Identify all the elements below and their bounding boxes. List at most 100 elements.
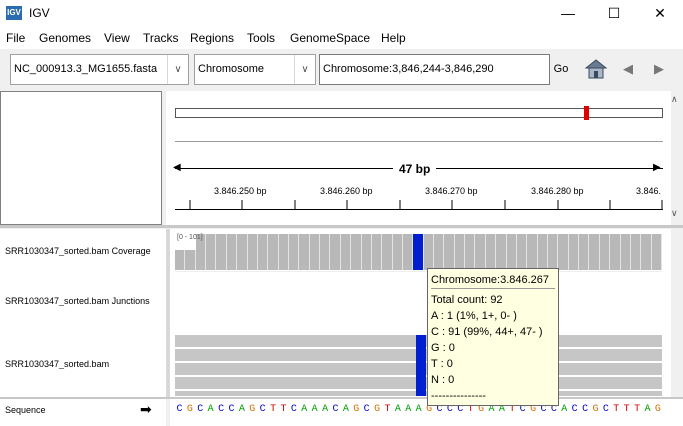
maximize-button[interactable]: ☐ — [591, 0, 637, 27]
sequence-base: A — [561, 404, 568, 415]
coverage-bar — [247, 234, 258, 270]
ruler-separator — [175, 141, 663, 142]
coverage-range-label: [0 - 101] — [177, 234, 203, 241]
coverage-bar — [351, 234, 362, 270]
coverage-bar — [485, 234, 497, 270]
sequence-base: A — [238, 404, 245, 415]
menu-help[interactable]: Help — [381, 31, 406, 45]
title-bar: IGV IGV — ☐ ✕ — [0, 0, 683, 27]
chromosome-dropdown[interactable]: Chromosome ∨ — [194, 54, 316, 85]
coverage-bar — [330, 234, 341, 270]
tooltip-c: C : 91 (99%, 44+, 47- ) — [431, 326, 543, 338]
sequence-base: G — [374, 404, 381, 415]
sequence-base: C — [176, 404, 183, 415]
coverage-bar — [475, 234, 486, 270]
sequence-base: A — [644, 404, 651, 415]
coverage-bar — [278, 234, 289, 270]
current-region-marker — [584, 106, 589, 120]
coverage-bar — [299, 234, 310, 270]
chromosome-value: Chromosome — [198, 63, 265, 75]
coverage-bar — [206, 234, 217, 270]
junction-track-divider — [175, 271, 662, 272]
coverage-bar — [392, 234, 403, 270]
sequence-base: T — [270, 404, 277, 415]
sequence-base: G — [249, 404, 256, 415]
coverage-bar — [568, 234, 580, 270]
coverage-bar — [309, 234, 321, 270]
genome-dropdown[interactable]: NC_000913.3_MG1655.fasta ∨ — [10, 54, 189, 85]
sequence-base: T — [613, 404, 620, 415]
sequence-base: A — [207, 404, 214, 415]
arrow-left-icon: ◀ — [173, 162, 181, 173]
scroll-up-icon[interactable]: ∧ — [671, 94, 678, 105]
forward-arrow-icon[interactable]: ▶ — [654, 61, 664, 77]
tooltip-a: A : 1 (1%, 1+, 0- ) — [431, 310, 517, 322]
coverage-tooltip: Chromosome:3.846.267 Total count: 92 A :… — [427, 268, 559, 406]
sequence-base: C — [218, 404, 225, 415]
coverage-track-label[interactable]: SRR1030347_sorted.bam Coverage — [5, 246, 162, 256]
go-button[interactable]: Go — [550, 54, 572, 85]
tick-label: 3.846.280 bp — [531, 186, 584, 196]
scroll-down-icon[interactable]: ∨ — [671, 208, 678, 219]
coverage-bar — [423, 234, 435, 270]
coverage-bar — [257, 234, 269, 270]
junction-track-label[interactable]: SRR1030347_sorted.bam Junctions — [5, 296, 162, 306]
home-icon[interactable] — [585, 58, 607, 80]
chromosome-ideogram[interactable] — [175, 108, 663, 118]
menu-tracks[interactable]: Tracks — [143, 31, 179, 45]
sequence-base: T — [623, 404, 630, 415]
back-arrow-icon[interactable]: ◀ — [623, 61, 633, 77]
divider — [0, 225, 683, 228]
coverage-bar — [537, 234, 549, 270]
close-button[interactable]: ✕ — [637, 0, 683, 27]
sequence-base: T — [634, 404, 641, 415]
coverage-bar — [226, 234, 238, 270]
sequence-base: G — [186, 404, 193, 415]
sequence-base: T — [384, 404, 391, 415]
sequence-label[interactable]: Sequence — [5, 405, 46, 415]
sequence-base: G — [353, 404, 360, 415]
window-title: IGV — [29, 6, 50, 20]
menu-genomes[interactable]: Genomes — [39, 31, 91, 45]
sequence-base: A — [415, 404, 422, 415]
coverage-bar — [620, 234, 631, 270]
coverage-bar — [506, 234, 517, 270]
menu-tools[interactable]: Tools — [247, 31, 275, 45]
mismatch-column — [416, 335, 426, 396]
toolbar: NC_000913.3_MG1655.fasta ∨ Chromosome ∨ … — [0, 49, 683, 91]
sequence-base: A — [311, 404, 318, 415]
sequence-base: C — [363, 404, 370, 415]
menu-file[interactable]: File — [6, 31, 25, 45]
sequence-base: G — [592, 404, 599, 415]
sequence-base: A — [322, 404, 329, 415]
ruler-panel: ◀ ▶ 47 bp 3.846.250 bp 3.846.260 bp 3.84… — [166, 91, 671, 225]
minimize-button[interactable]: — — [545, 0, 591, 27]
coverage-bar — [548, 234, 559, 270]
ruler-ticks — [189, 200, 663, 210]
coverage-bar — [465, 234, 476, 270]
sequence-base: C — [197, 404, 204, 415]
coverage-bar — [434, 234, 445, 270]
sequence-base: C — [571, 404, 578, 415]
tick-label: 3.846.270 bp — [425, 186, 478, 196]
alignment-track-label[interactable]: SRR1030347_sorted.bam — [5, 359, 162, 369]
coverage-bar — [558, 234, 569, 270]
menu-regions[interactable]: Regions — [190, 31, 234, 45]
coverage-bar — [589, 234, 600, 270]
sequence-base: C — [602, 404, 609, 415]
sequence-base: G — [654, 404, 661, 415]
span-label: 47 bp — [393, 162, 437, 176]
menu-view[interactable]: View — [104, 31, 130, 45]
sequence-base: A — [394, 404, 401, 415]
coverage-bar — [444, 234, 455, 270]
genome-value: NC_000913.3_MG1655.fasta — [14, 63, 158, 75]
menu-genomespace[interactable]: GenomeSpace — [290, 31, 370, 45]
strand-arrow-icon[interactable]: ➡ — [140, 401, 152, 418]
sequence-base: A — [301, 404, 308, 415]
locus-input[interactable]: Chromosome:3,846,244-3,846,290 — [319, 54, 550, 85]
coverage-bar — [185, 250, 196, 270]
sequence-base: C — [582, 404, 589, 415]
tooltip-total: Total count: 92 — [431, 294, 503, 306]
coverage-bar — [630, 234, 642, 270]
coverage-bar — [496, 234, 507, 270]
